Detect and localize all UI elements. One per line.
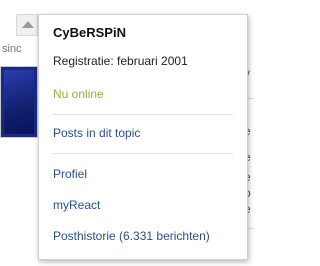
- myreact-link[interactable]: myReact: [53, 198, 100, 213]
- avatar[interactable]: [0, 66, 38, 138]
- divider: [53, 153, 233, 154]
- background-text-fragment: sinc: [2, 43, 22, 55]
- user-hover-card: CyBeRSPiN Registratie: februari 2001 Nu …: [38, 14, 248, 260]
- page: sinc v e r e e o e j CyBeRSPiN Registrat…: [0, 0, 254, 266]
- arrow-up-icon: [22, 21, 34, 28]
- post-history-link[interactable]: Posthistorie (6.331 berichten): [53, 229, 210, 244]
- avatar-image: [4, 70, 34, 134]
- collapse-arrow-button[interactable]: [16, 14, 38, 36]
- online-status: Nu online: [53, 87, 104, 101]
- posts-in-topic-link[interactable]: Posts in dit topic: [53, 126, 140, 141]
- divider: [53, 114, 233, 115]
- profile-link[interactable]: Profiel: [53, 167, 87, 182]
- username: CyBeRSPiN: [53, 25, 126, 40]
- registration-date: Registratie: februari 2001: [53, 54, 188, 68]
